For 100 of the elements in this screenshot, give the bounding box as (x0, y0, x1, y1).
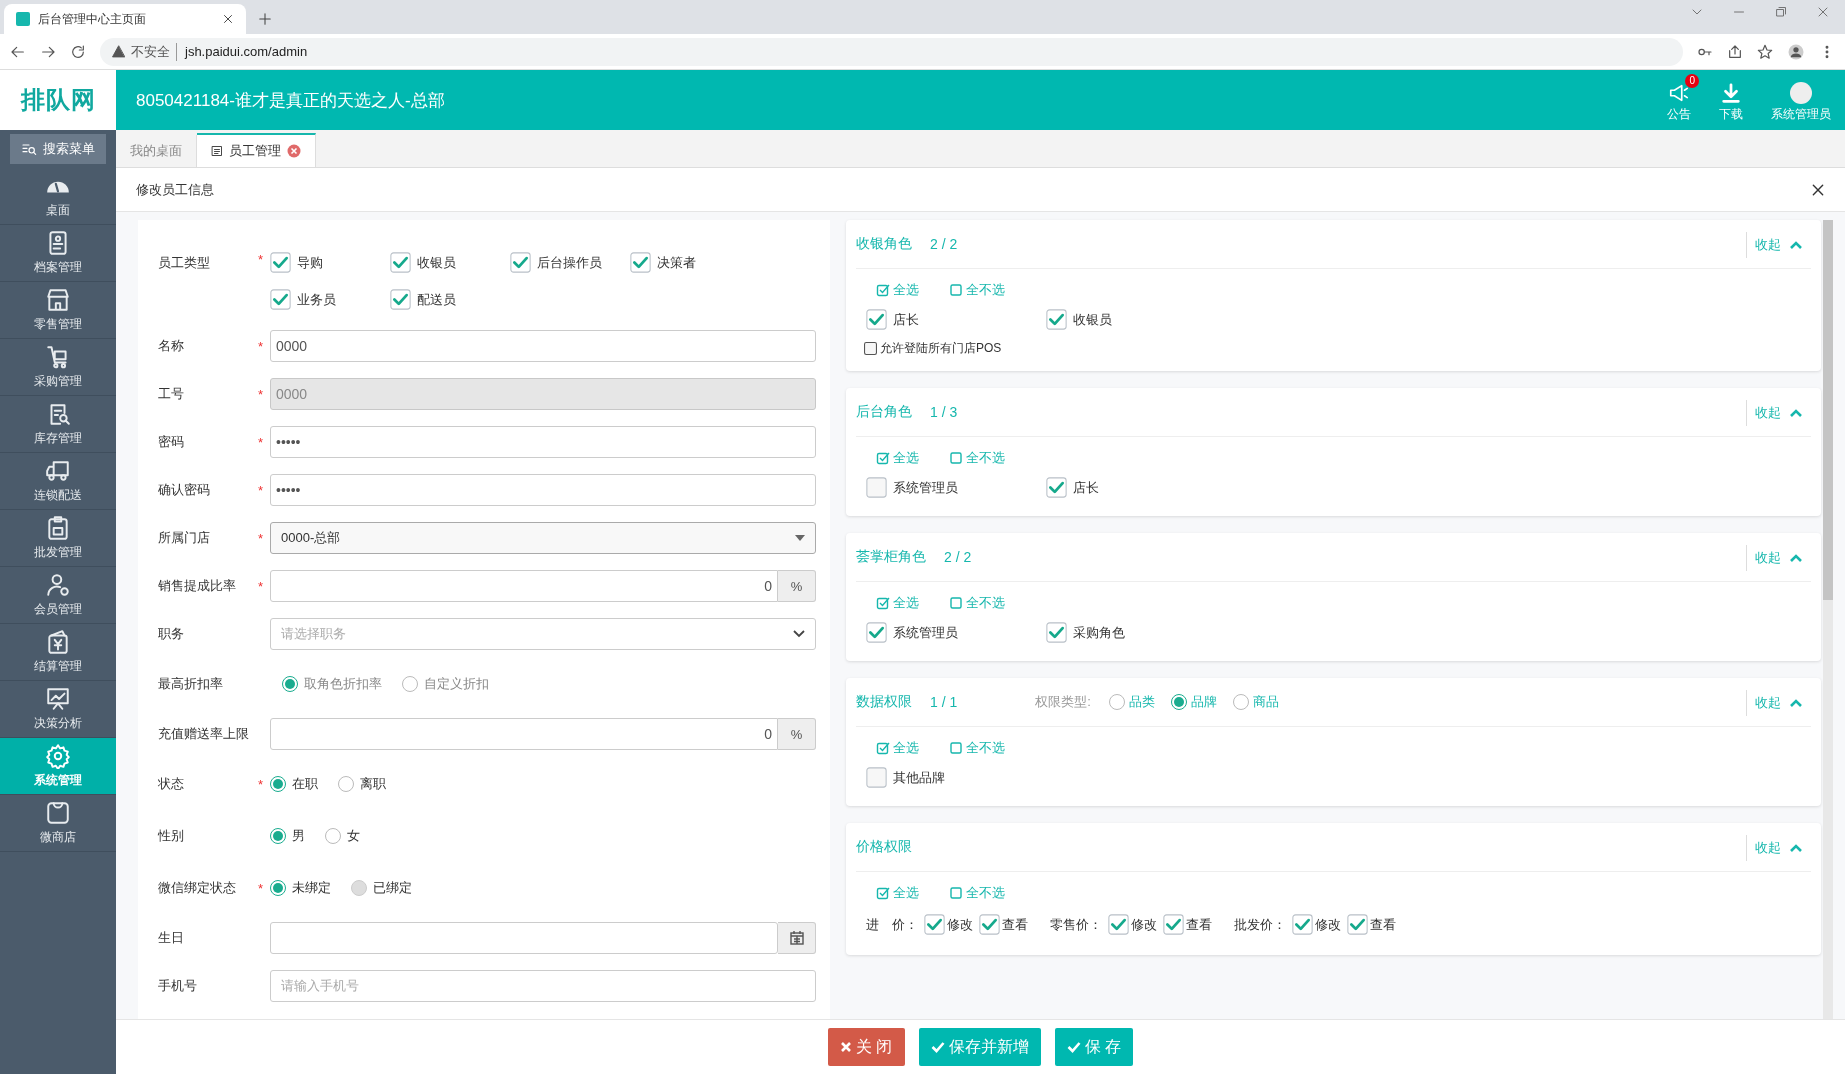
selection-count: 2 / 2 (930, 236, 958, 252)
radio-label: 已绑定 (373, 879, 412, 897)
tab[interactable]: 员工管理 (197, 133, 316, 167)
select-all-link[interactable]: 全选 (876, 884, 919, 902)
search-menu-button[interactable]: 搜索菜单 (10, 134, 106, 164)
required-mark: * (258, 578, 265, 594)
reload-icon (70, 43, 86, 60)
radio-button[interactable] (270, 880, 286, 896)
select-none-link[interactable]: 全不选 (949, 884, 1005, 902)
restore-icon (1775, 6, 1787, 18)
checkbox[interactable] (1046, 477, 1067, 498)
selection-count: 2 / 2 (944, 549, 972, 565)
save-button[interactable]: 保 存 (1054, 1028, 1133, 1066)
checkbox-label: 修改 (1315, 915, 1341, 934)
close-button[interactable]: 关 闭 (828, 1028, 905, 1066)
checkbox[interactable] (270, 289, 291, 310)
select-field[interactable]: 0000-总部 (270, 522, 816, 554)
address-bar[interactable]: 不安全 jsh.paidui.com/admin (100, 37, 1683, 66)
checkbox-label: 业务员 (297, 290, 336, 309)
radio-button[interactable] (1108, 694, 1125, 710)
checkbox[interactable] (1046, 622, 1067, 643)
calendar-button[interactable] (778, 922, 816, 954)
checkbox[interactable] (510, 252, 531, 273)
collapse-link[interactable]: 收起 (1746, 690, 1811, 716)
close-icon[interactable] (287, 144, 301, 158)
radio-button[interactable] (1170, 694, 1187, 710)
required-mark: * (258, 530, 265, 546)
caret-icon (795, 535, 805, 541)
user-menu[interactable]: 系统管理员 (1757, 73, 1845, 127)
bag-icon (45, 800, 71, 826)
unit-addon: % (778, 718, 816, 750)
collapse-link[interactable]: 收起 (1746, 232, 1811, 258)
logo[interactable]: 排队网 (0, 70, 116, 130)
download-button[interactable]: 下载 (1705, 73, 1757, 127)
checkbox[interactable] (1292, 914, 1313, 935)
collapse-link[interactable]: 收起 (1746, 545, 1811, 571)
input-field[interactable]: ••••• (270, 426, 816, 458)
notice-button[interactable]: 0 公告 (1653, 73, 1705, 127)
required-mark: * (258, 776, 265, 792)
checkbox[interactable] (1108, 914, 1129, 935)
empty-box-icon (949, 596, 963, 610)
checkbox[interactable] (390, 252, 411, 273)
input-field[interactable]: 0 (270, 718, 778, 750)
checkbox[interactable] (924, 914, 945, 935)
radio-button[interactable] (270, 828, 286, 844)
input-field[interactable]: 0 (270, 570, 778, 602)
select-all-link[interactable]: 全选 (876, 281, 919, 299)
radio-button[interactable] (325, 828, 341, 844)
scrollbar[interactable] (1823, 220, 1833, 1019)
radio-button[interactable] (1232, 694, 1249, 710)
collapse-link[interactable]: 收起 (1746, 400, 1811, 426)
checkbox[interactable] (270, 252, 291, 273)
checkbox[interactable] (864, 342, 877, 355)
radio-button[interactable] (338, 776, 354, 792)
select-all-link[interactable]: 全选 (876, 594, 919, 612)
required-mark: * (258, 434, 265, 450)
chevron-up-icon (1789, 240, 1803, 250)
collapse-link[interactable]: 收起 (1746, 835, 1811, 861)
checkbox[interactable] (1046, 309, 1067, 330)
selection-count: 1 / 3 (930, 404, 958, 420)
save-button[interactable]: 保存并新增 (918, 1028, 1041, 1066)
select-none-link[interactable]: 全不选 (949, 281, 1005, 299)
checkbox[interactable] (390, 289, 411, 310)
close-icon (1811, 182, 1825, 197)
select-field[interactable]: 请选择职务 (270, 618, 816, 650)
field-label: 手机号 (158, 977, 198, 995)
input-field[interactable]: 0000 (270, 330, 816, 362)
select-none-link[interactable]: 全不选 (949, 594, 1005, 612)
checkbox[interactable] (866, 477, 887, 498)
checkbox[interactable] (866, 622, 887, 643)
checkbox[interactable] (866, 767, 887, 788)
checkbox[interactable] (866, 309, 887, 330)
date-field[interactable] (270, 922, 778, 954)
checkbox[interactable] (1163, 914, 1184, 935)
dialog-title: 修改员工信息 (136, 180, 214, 199)
input-field[interactable]: 请输入手机号 (270, 970, 816, 1002)
radio-button[interactable] (270, 776, 286, 792)
field-label: 密码 (158, 433, 185, 451)
field-label: 微信绑定状态 (158, 879, 237, 897)
sidebar-item[interactable]: 系统管理 (0, 738, 116, 795)
select-none-link[interactable]: 全不选 (949, 449, 1005, 467)
checkbox[interactable] (979, 914, 1000, 935)
select-all-link[interactable]: 全选 (876, 449, 919, 467)
browser-tab[interactable]: 后台管理中心主页面 (4, 4, 246, 34)
panel-title: 收银角色 (856, 235, 912, 253)
panel-title: 荟掌柜角色 (856, 548, 926, 566)
select-none-link[interactable]: 全不选 (949, 739, 1005, 757)
chevron-up-icon (1789, 408, 1803, 418)
checkbox-label: 导购 (297, 253, 323, 272)
select-all-link[interactable]: 全选 (876, 739, 919, 757)
input-field[interactable]: ••••• (270, 474, 816, 506)
checkbox-label: 允许登陆所有门店POS (880, 340, 1002, 357)
empty-box-icon (949, 283, 963, 297)
checkbox[interactable] (1347, 914, 1368, 935)
radio-label: 品类 (1128, 693, 1155, 711)
radio-label: 商品 (1252, 693, 1279, 711)
panel-title: 后台角色 (856, 403, 912, 421)
checked-box-icon (876, 283, 890, 297)
role-label: 店长 (1073, 478, 1099, 497)
checkbox[interactable] (630, 252, 651, 273)
